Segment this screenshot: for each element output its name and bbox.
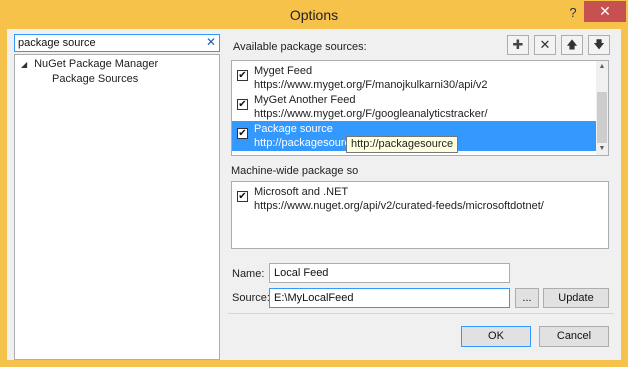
source-name: MyGet Another Feed xyxy=(254,94,356,106)
machine-wide-sources-list: ✔ Microsoft and .NET https://www.nuget.o… xyxy=(231,181,609,249)
dialog-body: ✕ ◢ NuGet Package Manager Package Source… xyxy=(7,29,621,360)
name-label: Name: xyxy=(232,268,264,280)
search-input[interactable] xyxy=(18,36,198,50)
divider xyxy=(228,313,614,314)
expand-arrow-icon[interactable]: ◢ xyxy=(21,60,31,69)
source-name: Myget Feed xyxy=(254,65,313,77)
close-icon: ✕ xyxy=(599,3,611,19)
add-icon: ✚ xyxy=(512,37,524,52)
source-url: https://www.myget.org/F/manojkulkarni30/… xyxy=(254,79,488,91)
help-button[interactable]: ? xyxy=(566,5,580,21)
tree-item-nuget-package-manager[interactable]: ◢ NuGet Package Manager xyxy=(21,58,158,70)
vertical-scrollbar[interactable]: ▲ ▼ xyxy=(596,61,608,155)
ok-button[interactable]: OK xyxy=(461,326,531,347)
enable-source-checkbox[interactable]: ✔ xyxy=(237,99,248,110)
close-button[interactable]: ✕ xyxy=(584,1,626,22)
options-dialog: Options ? ✕ ✕ ◢ NuGet Package Manager Pa… xyxy=(0,0,628,367)
enable-source-checkbox[interactable]: ✔ xyxy=(237,128,248,139)
machine-wide-sources-label: Machine-wide package so xyxy=(231,165,359,177)
arrow-down-icon: 🡇 xyxy=(593,39,605,51)
list-item[interactable]: ✔ Microsoft and .NET https://www.nuget.o… xyxy=(232,184,608,214)
options-search[interactable]: ✕ xyxy=(14,34,220,52)
enable-source-checkbox[interactable]: ✔ xyxy=(237,70,248,81)
name-label-text: Name: xyxy=(232,268,265,280)
source-name: Microsoft and .NET xyxy=(254,186,349,198)
browse-button[interactable]: ... xyxy=(515,288,539,308)
cancel-button[interactable]: Cancel xyxy=(539,326,609,347)
arrow-up-icon: 🡅 xyxy=(566,39,578,51)
move-down-button[interactable]: 🡇 xyxy=(588,35,610,55)
name-field[interactable] xyxy=(269,263,510,283)
source-url: https://www.nuget.org/api/v2/curated-fee… xyxy=(254,200,544,212)
update-button[interactable]: Update xyxy=(543,288,609,308)
scroll-thumb[interactable] xyxy=(597,92,607,143)
source-label: Source: xyxy=(232,292,270,304)
title-bar: Options ? ✕ xyxy=(0,0,628,29)
remove-source-button[interactable]: ✕ xyxy=(534,35,556,55)
move-up-button[interactable]: 🡅 xyxy=(561,35,583,55)
url-tooltip: http://packagesource xyxy=(346,136,459,153)
source-label-text: Source: xyxy=(232,292,270,304)
tree-item-package-sources[interactable]: Package Sources xyxy=(52,73,138,85)
remove-icon: ✕ xyxy=(539,37,551,52)
tree-item-label: NuGet Package Manager xyxy=(34,58,159,70)
source-url: https://www.myget.org/F/googleanalyticst… xyxy=(254,108,488,120)
source-url: http://packagesource xyxy=(254,137,357,149)
dialog-title: Options xyxy=(289,7,339,23)
scroll-down-icon[interactable]: ▼ xyxy=(596,143,608,155)
options-tree: ◢ NuGet Package Manager Package Sources xyxy=(14,54,220,360)
list-item[interactable]: ✔ Myget Feed https://www.myget.org/F/man… xyxy=(232,63,596,93)
source-name: Package source xyxy=(254,123,333,135)
source-field[interactable] xyxy=(269,288,510,308)
clear-search-icon[interactable]: ✕ xyxy=(206,35,216,49)
list-item[interactable]: ✔ MyGet Another Feed https://www.myget.o… xyxy=(232,92,596,122)
scroll-up-icon[interactable]: ▲ xyxy=(596,61,608,73)
available-sources-label: Available package sources: xyxy=(233,41,367,53)
enable-source-checkbox[interactable]: ✔ xyxy=(237,191,248,202)
add-source-button[interactable]: ✚ xyxy=(507,35,529,55)
